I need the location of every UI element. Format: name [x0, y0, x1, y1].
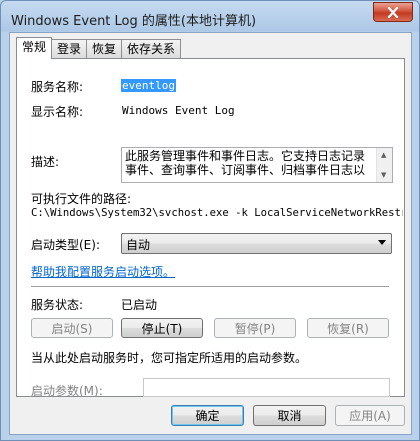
description-line-2: 事件、查询事件、订阅事件、归档事件日志以	[125, 163, 366, 177]
help-configure-startup-link[interactable]: 帮助我配置服务启动选项。	[31, 263, 175, 280]
general-tab-panel: 服务名称: eventlog 显示名称: Windows Event Log 描…	[16, 58, 405, 398]
tab-general[interactable]: 常规	[16, 37, 53, 59]
cancel-button[interactable]: 取消	[253, 405, 326, 426]
close-button[interactable]	[373, 2, 413, 22]
start-button[interactable]: 启动(S)	[31, 318, 113, 338]
exe-path-label: 可执行文件的路径:	[31, 192, 132, 206]
exe-path-value[interactable]: C:\Windows\System32\svchost.exe -k Local…	[31, 207, 403, 219]
startup-type-value: 自动	[126, 238, 151, 252]
service-status-value: 已启动	[121, 298, 158, 312]
startup-params-hint: 当从此处启动服务时，您可指定所适用的启动参数。	[31, 351, 308, 365]
stop-button[interactable]: 停止(T)	[121, 318, 203, 338]
resume-button[interactable]: 恢复(R)	[307, 318, 389, 338]
properties-window: Windows Event Log 的属性(本地计算机) 常规 登录 恢复 依存…	[0, 0, 420, 441]
display-name-value[interactable]: Windows Event Log	[122, 104, 235, 117]
startup-type-select[interactable]: 自动	[121, 233, 392, 254]
description-text: 此服务管理事件和事件日志。它支持日志记录 事件、查询事件、订阅事件、归档事件日志…	[125, 149, 373, 177]
start-params-input[interactable]	[143, 378, 390, 397]
scroll-up-arrow-icon[interactable]: ▲	[381, 151, 386, 159]
service-name-value[interactable]: eventlog	[121, 79, 176, 92]
tab-recovery[interactable]: 恢复	[86, 39, 123, 58]
apply-button[interactable]: 应用(A)	[335, 405, 405, 426]
tab-dependencies[interactable]: 依存关系	[121, 39, 182, 58]
divider	[31, 286, 389, 288]
start-params-label: 启动参数(M):	[31, 384, 103, 398]
startup-type-label: 启动类型(E):	[31, 238, 100, 252]
service-status-label: 服务状态:	[31, 298, 84, 312]
description-label: 描述:	[31, 155, 60, 169]
display-name-label: 显示名称:	[31, 105, 84, 119]
tab-logon[interactable]: 登录	[51, 39, 88, 58]
ok-button[interactable]: 确定	[171, 405, 244, 426]
chevron-down-icon	[378, 240, 386, 245]
dialog-client-area: 常规 登录 恢复 依存关系 服务名称: eventlog 显示名称: Windo…	[9, 32, 412, 435]
close-icon	[387, 6, 399, 18]
description-scrollbar[interactable]: ▲ ▼	[376, 148, 392, 182]
description-line-1: 此服务管理事件和事件日志。它支持日志记录	[125, 149, 366, 163]
tab-strip: 常规 登录 恢复 依存关系	[16, 37, 182, 59]
pause-button[interactable]: 暂停(P)	[214, 318, 296, 338]
service-name-label: 服务名称:	[31, 80, 84, 94]
window-title: Windows Event Log 的属性(本地计算机)	[11, 14, 257, 29]
description-textbox[interactable]: 此服务管理事件和事件日志。它支持日志记录 事件、查询事件、订阅事件、归档事件日志…	[121, 147, 393, 183]
service-name-selected-text: eventlog	[121, 79, 176, 92]
scroll-down-arrow-icon[interactable]: ▼	[381, 171, 386, 179]
